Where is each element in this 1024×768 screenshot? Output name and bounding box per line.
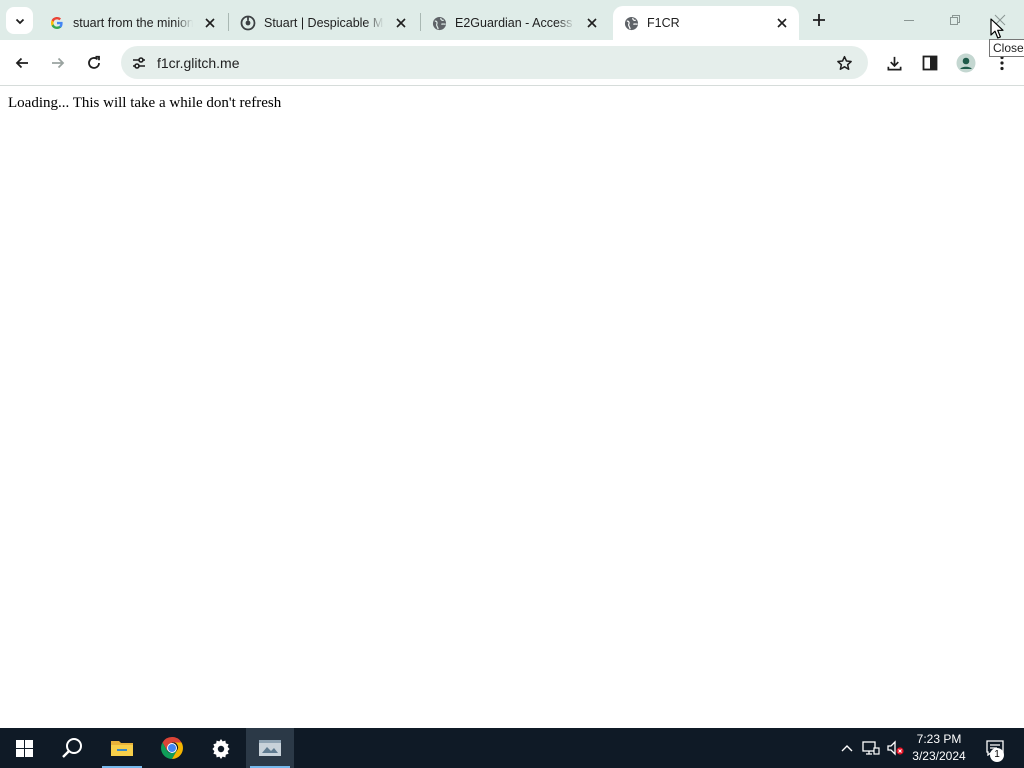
bookmark-button[interactable] — [834, 53, 854, 73]
chevron-down-icon — [15, 18, 24, 24]
downloads-button[interactable] — [882, 51, 906, 75]
tab-title: F1CR — [647, 16, 680, 30]
volume-muted-icon — [887, 740, 904, 756]
search-icon — [62, 738, 82, 758]
tab-search-button[interactable] — [6, 7, 33, 34]
app-window-icon — [259, 740, 281, 756]
file-explorer-button[interactable] — [98, 728, 146, 768]
profile-button[interactable] — [954, 51, 978, 75]
start-button[interactable] — [0, 728, 48, 768]
tab-f1cr[interactable]: F1CR — [613, 6, 799, 40]
globe-icon — [623, 15, 639, 31]
arrow-left-icon — [15, 57, 28, 69]
back-button[interactable] — [10, 51, 34, 75]
reload-button[interactable] — [82, 51, 106, 75]
clock-date: 3/23/2024 — [912, 749, 966, 763]
download-icon — [887, 56, 901, 70]
network-icon — [862, 741, 880, 755]
star-icon — [836, 55, 852, 70]
clock-time: 7:23 PM — [916, 732, 962, 746]
arrow-right-icon — [52, 57, 65, 69]
google-g-icon — [49, 15, 65, 31]
tab-title: E2Guardian - Access Denied — [455, 16, 575, 30]
tab-e2guardian[interactable]: E2Guardian - Access Denied — [421, 6, 609, 40]
url-text[interactable]: f1cr.glitch.me — [157, 55, 239, 71]
address-bar[interactable]: f1cr.glitch.me — [121, 46, 868, 79]
tab-separator — [228, 13, 229, 31]
show-hidden-icons-button[interactable] — [838, 728, 856, 768]
site-info-button[interactable] — [129, 53, 149, 73]
close-icon — [587, 18, 597, 28]
minimize-icon — [904, 20, 914, 21]
close-icon — [205, 18, 215, 28]
close-icon — [396, 18, 406, 28]
side-panel-icon — [922, 55, 938, 71]
loading-message: Loading... This will take a while don't … — [8, 95, 282, 111]
settings-button[interactable] — [197, 728, 245, 768]
tab-despicable-me-wiki[interactable]: Stuart | Despicable Me Wiki — [230, 6, 418, 40]
windows-taskbar: 7:23 PM 3/23/2024 1 — [0, 728, 1024, 768]
folder-icon — [111, 741, 133, 756]
restore-button[interactable] — [943, 8, 967, 32]
close-icon — [777, 18, 787, 28]
chevron-up-icon — [841, 745, 853, 752]
mouse-cursor-icon — [990, 18, 1004, 39]
tune-icon — [133, 57, 145, 69]
tab-title: Stuart | Despicable Me Wiki — [264, 16, 384, 30]
chrome-icon — [161, 737, 183, 759]
browser-toolbar: f1cr.glitch.me — [0, 40, 1024, 86]
plus-icon — [813, 14, 825, 26]
clock[interactable]: 7:23 PM 3/23/2024 — [904, 731, 974, 765]
screen-capture-app-button[interactable] — [246, 728, 294, 768]
wiki-icon — [240, 15, 256, 31]
tab-close-button[interactable] — [202, 15, 218, 31]
gear-icon — [212, 739, 230, 759]
new-tab-button[interactable] — [808, 9, 830, 31]
chrome-button[interactable] — [148, 728, 196, 768]
side-panel-button[interactable] — [918, 51, 942, 75]
avatar-icon — [956, 53, 976, 73]
minimize-button[interactable] — [897, 8, 921, 32]
tab-close-button[interactable] — [584, 15, 600, 31]
more-vertical-icon — [1000, 55, 1004, 71]
close-tooltip: Close — [989, 39, 1024, 57]
tab-strip: stuart from the minions - Google Search … — [0, 0, 1024, 40]
search-button[interactable] — [48, 728, 96, 768]
windows-logo-icon — [15, 739, 33, 757]
page-content: Loading... This will take a while don't … — [0, 87, 1024, 728]
tab-close-button[interactable] — [393, 15, 409, 31]
globe-icon — [431, 15, 447, 31]
tab-close-button[interactable] — [774, 15, 790, 31]
restore-icon — [950, 15, 960, 25]
tab-google-search[interactable]: stuart from the minions - Google Search — [39, 6, 227, 40]
tab-title: stuart from the minions - Google Search — [73, 16, 193, 30]
network-button[interactable] — [860, 728, 882, 768]
notification-count-badge: 1 — [990, 748, 1004, 762]
reload-icon — [88, 55, 100, 69]
volume-button[interactable] — [884, 728, 906, 768]
forward-button[interactable] — [46, 51, 70, 75]
